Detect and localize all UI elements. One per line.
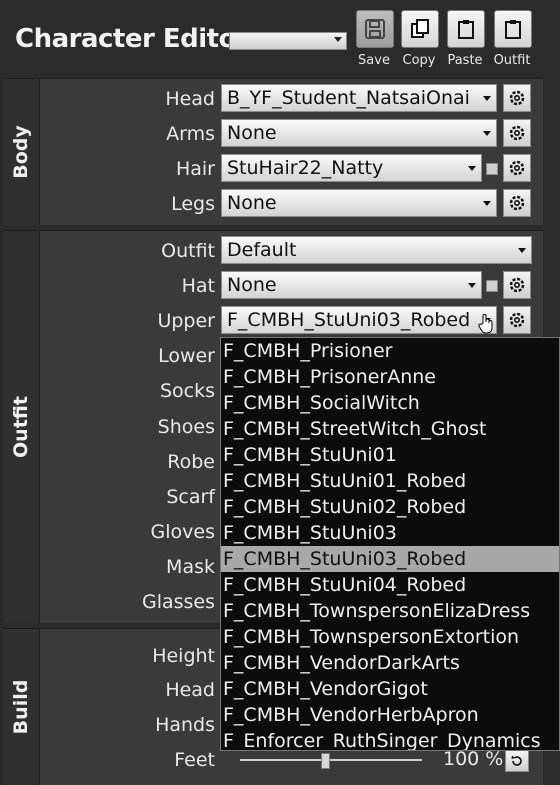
preset-select[interactable] — [229, 32, 347, 50]
shoes-label: Shoes — [157, 416, 215, 438]
list-item[interactable]: F_CMBH_StuUni01_Robed — [221, 468, 559, 494]
copy-button[interactable] — [401, 10, 439, 48]
list-item[interactable]: F_CMBH_StuUni04_Robed — [221, 572, 559, 598]
page-title: Character Editor — [15, 24, 249, 54]
hair-select[interactable]: StuHair22_Natty — [221, 154, 482, 182]
gear-icon — [509, 195, 525, 211]
chevron-down-icon — [518, 248, 526, 253]
gear-icon — [509, 277, 525, 293]
list-item[interactable]: F_CMBH_TownspersonExtortion — [221, 624, 559, 650]
reset-icon — [511, 755, 522, 766]
list-item[interactable]: F_CMBH_VendorGigot — [221, 676, 559, 702]
outfit-icon — [505, 20, 521, 39]
build-head-label: Head — [165, 679, 215, 701]
glasses-label: Glasses — [141, 591, 215, 613]
outfit-select[interactable]: Default — [221, 236, 532, 264]
outfit-button[interactable] — [494, 10, 532, 48]
list-item[interactable]: F_CMBH_SocialWitch — [221, 390, 559, 416]
arms-select[interactable]: None — [221, 119, 497, 147]
feet-reset-button[interactable] — [505, 750, 529, 772]
hair-gear-button[interactable] — [503, 154, 531, 182]
list-item[interactable]: F_CMBH_VendorHerbApron — [221, 702, 559, 728]
chevron-down-icon — [483, 201, 491, 206]
outfit-label: Outfit — [493, 53, 531, 68]
feet-slider-thumb[interactable] — [321, 753, 330, 769]
hat-checkbox[interactable] — [486, 280, 498, 292]
gear-icon — [509, 125, 525, 141]
feet-label: Feet — [174, 749, 215, 771]
head-select[interactable]: B_YF_Student_NatsaiOnai — [221, 84, 497, 112]
hands-label: Hands — [155, 714, 215, 736]
save-icon — [365, 19, 385, 39]
list-item[interactable]: F_CMBH_TownspersonElizaDress — [221, 598, 559, 624]
paste-icon — [458, 20, 474, 39]
gear-icon — [509, 90, 525, 106]
paste-label: Paste — [447, 53, 483, 68]
list-item[interactable]: F_CMBH_StreetWitch_Ghost — [221, 416, 559, 442]
hair-checkbox[interactable] — [486, 163, 498, 175]
chevron-down-icon — [468, 166, 476, 171]
list-item[interactable]: F_Enforcer_RuthSinger_Dynamics — [221, 728, 559, 750]
paste-button[interactable] — [447, 10, 485, 48]
copy-label: Copy — [402, 53, 436, 68]
list-item[interactable]: F_CMBH_VendorDarkArts — [221, 650, 559, 676]
legs-select[interactable]: None — [221, 189, 497, 217]
hair-label: Hair — [175, 158, 215, 180]
chevron-down-icon — [468, 283, 476, 288]
hat-label: Hat — [181, 275, 215, 297]
list-item[interactable]: F_CMBH_PrisonerAnne — [221, 364, 559, 390]
list-item[interactable]: F_CMBH_StuUni03 — [221, 520, 559, 546]
list-item[interactable]: F_CMBH_StuUni02_Robed — [221, 494, 559, 520]
copy-icon — [411, 19, 429, 38]
list-item-selected[interactable]: F_CMBH_StuUni03_Robed — [221, 546, 559, 572]
mask-label: Mask — [166, 556, 215, 578]
outfit-label: Outfit — [161, 240, 215, 262]
arms-gear-button[interactable] — [503, 119, 531, 147]
socks-label: Socks — [159, 380, 215, 402]
hat-select[interactable]: None — [221, 271, 482, 299]
upper-gear-button[interactable] — [503, 306, 531, 334]
robe-label: Robe — [167, 451, 215, 473]
chevron-down-icon — [334, 37, 342, 42]
hand-cursor-icon — [478, 314, 493, 334]
save-button[interactable] — [356, 10, 394, 48]
chevron-down-icon — [483, 96, 491, 101]
chevron-down-icon — [483, 131, 491, 136]
list-item[interactable]: F_CMBH_Prisioner — [221, 338, 559, 364]
upper-dropdown-list[interactable]: F_CMBH_Prisioner F_CMBH_PrisonerAnne F_C… — [220, 337, 560, 751]
scarf-label: Scarf — [166, 486, 215, 508]
upper-select[interactable]: F_CMBH_StuUni03_Robed — [221, 306, 497, 334]
upper-label: Upper — [157, 310, 215, 332]
height-label: Height — [152, 645, 215, 667]
gloves-label: Gloves — [150, 521, 215, 543]
legs-label: Legs — [171, 193, 215, 215]
gear-icon — [509, 160, 525, 176]
lower-label: Lower — [158, 345, 215, 367]
feet-percent: 100 % — [443, 748, 504, 770]
list-item[interactable]: F_CMBH_StuUni01 — [221, 442, 559, 468]
hat-gear-button[interactable] — [503, 271, 531, 299]
head-gear-button[interactable] — [503, 84, 531, 112]
legs-gear-button[interactable] — [503, 189, 531, 217]
feet-slider-track[interactable] — [240, 759, 422, 761]
gear-icon — [509, 312, 525, 328]
arms-label: Arms — [166, 123, 215, 145]
head-label: Head — [165, 88, 215, 110]
